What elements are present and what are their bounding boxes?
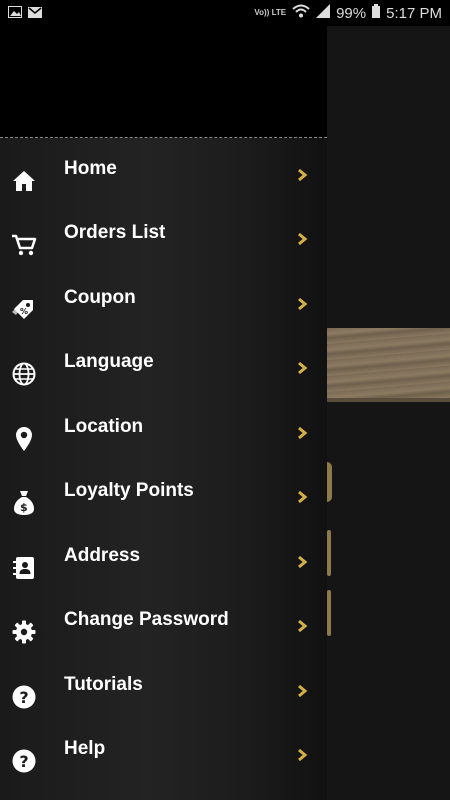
- signal-icon: [316, 4, 331, 22]
- chevron-right-icon: [298, 684, 308, 698]
- menu-item-help[interactable]: ? Help: [0, 738, 327, 800]
- chevron-right-icon: [298, 168, 308, 182]
- battery-icon: [372, 4, 381, 22]
- help-circle-icon: ?: [11, 684, 37, 710]
- cart-icon: [11, 232, 37, 258]
- menu-item-address[interactable]: Address: [0, 545, 327, 609]
- menu-item-label: Orders List: [64, 222, 166, 243]
- chevron-right-icon: [298, 555, 308, 569]
- drawer-header: [0, 26, 327, 138]
- chevron-right-icon: [298, 490, 308, 504]
- globe-icon: [11, 361, 37, 387]
- background-banner-image: [327, 328, 450, 402]
- navigation-drawer: Home Orders List % Coupon Language Locat…: [0, 26, 327, 800]
- menu-item-label: Location: [64, 416, 144, 437]
- background-accent: [327, 590, 331, 636]
- coupon-icon: %: [11, 297, 37, 323]
- background-accent: [327, 530, 331, 576]
- help-circle-icon: ?: [11, 748, 37, 774]
- svg-text:%: %: [20, 307, 28, 316]
- menu-item-label: Coupon: [64, 287, 136, 308]
- gmail-icon: [28, 5, 42, 22]
- menu-item-label: Tutorials: [64, 674, 143, 695]
- clock: 5:17 PM: [386, 4, 442, 22]
- menu-item-orders-list[interactable]: Orders List: [0, 222, 327, 286]
- volte-indicator: Vo)) LTE: [254, 8, 287, 17]
- menu-item-label: Language: [64, 351, 154, 372]
- menu-item-label: Change Password: [64, 609, 229, 630]
- background-content: [327, 26, 450, 800]
- menu-item-loyalty-points[interactable]: $ Loyalty Points: [0, 480, 327, 544]
- svg-text:$: $: [20, 501, 28, 514]
- svg-text:?: ?: [19, 688, 28, 707]
- menu-item-label: Home: [64, 158, 117, 179]
- home-icon: [11, 168, 37, 194]
- money-bag-icon: $: [11, 490, 37, 516]
- svg-text:?: ?: [19, 752, 28, 771]
- menu-item-language[interactable]: Language: [0, 351, 327, 415]
- location-pin-icon: [11, 426, 37, 452]
- chevron-right-icon: [298, 748, 308, 762]
- status-bar: Vo)) LTE 99% 5:17 PM: [0, 0, 450, 26]
- wifi-icon: [292, 4, 310, 22]
- menu-item-label: Address: [64, 545, 141, 566]
- menu-item-tutorials[interactable]: ? Tutorials: [0, 674, 327, 738]
- battery-percent: 99%: [336, 4, 367, 22]
- menu-item-label: Help: [64, 738, 106, 759]
- chevron-right-icon: [298, 426, 308, 440]
- menu-item-home[interactable]: Home: [0, 158, 327, 222]
- image-icon: [8, 5, 22, 22]
- chevron-right-icon: [298, 297, 308, 311]
- gear-icon: [11, 619, 37, 645]
- chevron-right-icon: [298, 361, 308, 375]
- menu-item-label: Loyalty Points: [64, 480, 194, 501]
- chevron-right-icon: [298, 232, 308, 246]
- menu-item-location[interactable]: Location: [0, 416, 327, 480]
- background-accent: [327, 462, 332, 502]
- menu-item-coupon[interactable]: % Coupon: [0, 287, 327, 351]
- contact-book-icon: [11, 555, 37, 581]
- menu-item-change-password[interactable]: Change Password: [0, 609, 327, 673]
- chevron-right-icon: [298, 619, 308, 633]
